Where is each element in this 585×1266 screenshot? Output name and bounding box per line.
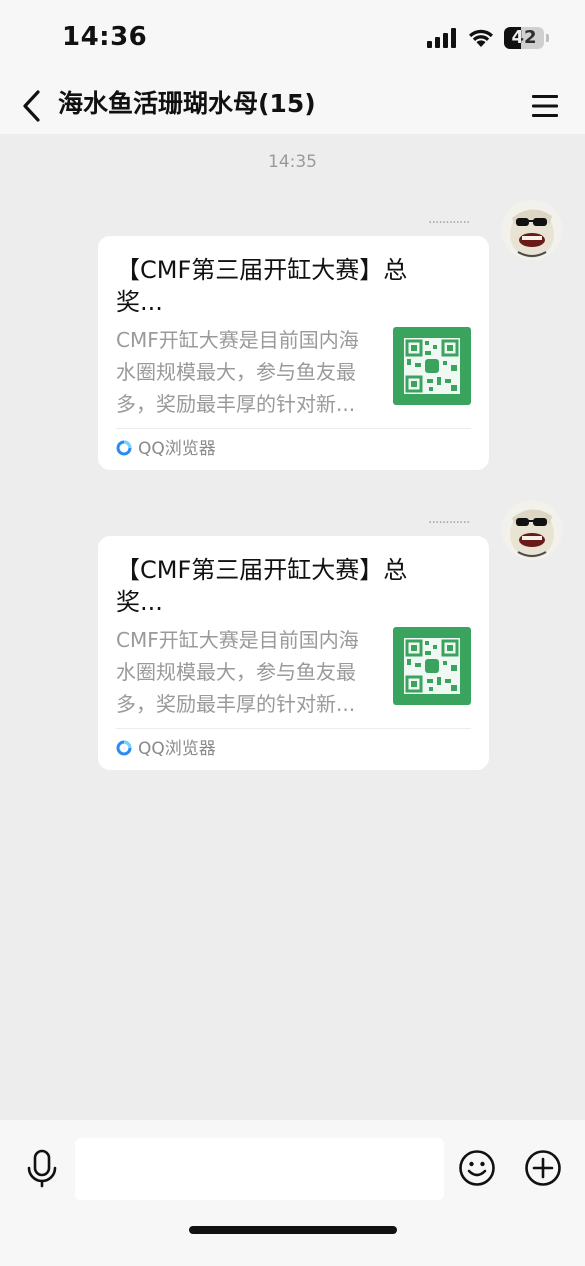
card-divider	[116, 728, 471, 729]
qq-browser-icon	[116, 440, 132, 456]
chat-title: 海水鱼活珊瑚水母(15)	[58, 89, 316, 118]
home-indicator	[189, 1226, 397, 1234]
link-card[interactable]: 【CMF第三届开缸大赛】总奖... CMF开缸大赛是目前国内海 水圈规模最大，参…	[98, 236, 489, 470]
input-bar	[0, 1120, 585, 1266]
status-bar: 14:36 42	[0, 0, 585, 78]
qq-browser-icon	[116, 740, 132, 756]
qr-code-image	[393, 327, 471, 405]
hamburger-menu-icon[interactable]	[530, 92, 560, 120]
battery-level: 42	[511, 27, 537, 48]
battery-icon: 42	[504, 27, 544, 49]
avatar[interactable]	[502, 200, 562, 260]
avatar-image	[502, 200, 562, 260]
status-time: 14:36	[62, 22, 148, 52]
card-title: 【CMF第三届开缸大赛】总奖...	[116, 556, 408, 616]
card-source-label: QQ浏览器	[138, 439, 216, 459]
sender-name: ............	[428, 211, 470, 227]
card-source: QQ浏览器	[116, 436, 216, 462]
chat-timestamp: 14:35	[268, 152, 317, 172]
card-divider	[116, 428, 471, 429]
link-card[interactable]: 【CMF第三届开缸大赛】总奖... CMF开缸大赛是目前国内海 水圈规模最大，参…	[98, 536, 489, 770]
card-source: QQ浏览器	[116, 736, 216, 762]
card-title: 【CMF第三届开缸大赛】总奖...	[116, 256, 408, 316]
wifi-icon	[469, 29, 493, 47]
nav-bar: 海水鱼活珊瑚水母(15)	[0, 78, 585, 134]
card-description: CMF开缸大赛是目前国内海 水圈规模最大，参与鱼友最 多，奖励最丰厚的针对新..…	[116, 328, 359, 416]
battery-tip	[546, 34, 549, 42]
emoji-icon[interactable]	[458, 1149, 496, 1187]
card-source-label: QQ浏览器	[138, 739, 216, 759]
plus-circle-icon[interactable]	[524, 1149, 562, 1187]
sender-name: ............	[428, 511, 470, 527]
qr-code-image	[393, 627, 471, 705]
signal-icon	[427, 28, 456, 48]
card-description: CMF开缸大赛是目前国内海 水圈规模最大，参与鱼友最 多，奖励最丰厚的针对新..…	[116, 628, 359, 716]
avatar[interactable]	[502, 500, 562, 560]
message-input[interactable]	[75, 1138, 444, 1200]
avatar-image	[502, 500, 562, 560]
microphone-icon[interactable]	[24, 1148, 60, 1188]
chevron-left-icon[interactable]	[18, 86, 48, 126]
